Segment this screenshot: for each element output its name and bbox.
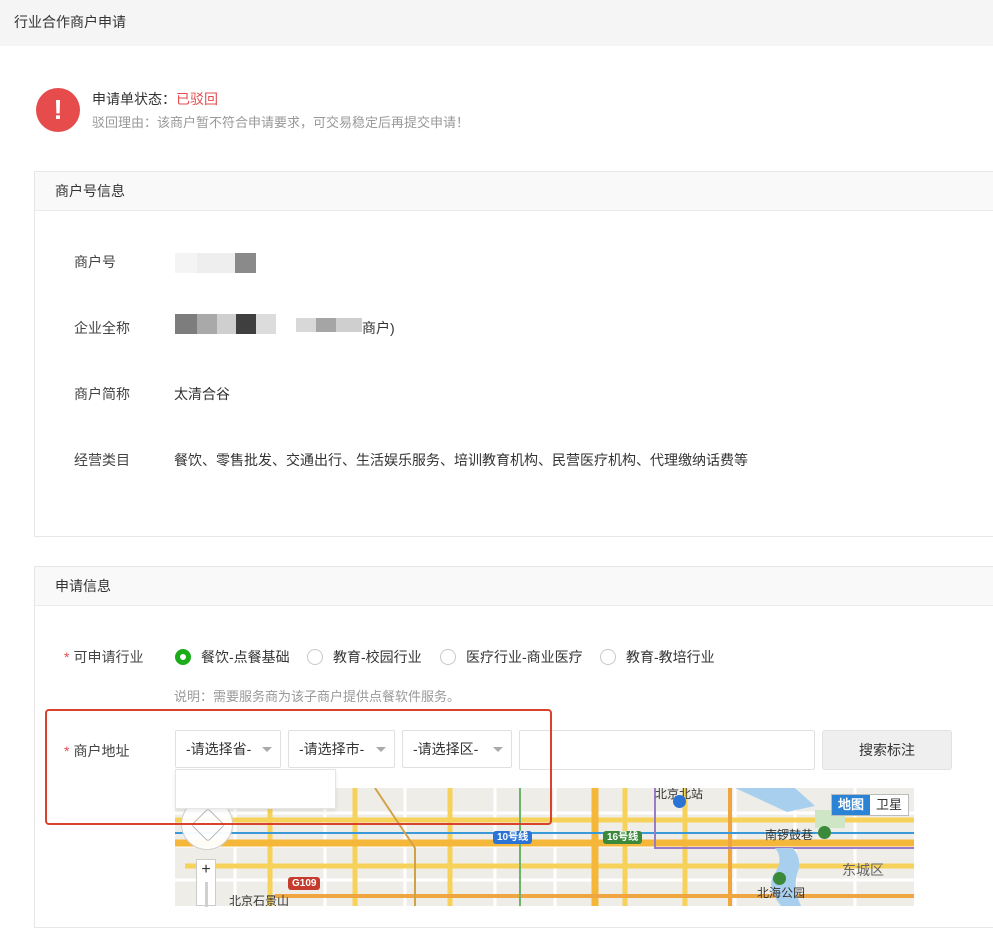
short-name-value: 太清合谷 [174, 386, 230, 402]
short-name-label: 商户简称 [74, 386, 130, 402]
radio-unchecked-icon [307, 649, 323, 665]
reject-reason: 驳回理由：该商户暂不符合申请要求，可交易稳定后再提交申请！ [92, 115, 470, 130]
g109-badge: G109 [288, 877, 321, 890]
industry-note: 说明：需要服务商为该子商户提供点餐软件服务。 [174, 689, 461, 704]
park-icon [773, 872, 786, 885]
map-zoom-control[interactable]: + [196, 859, 216, 907]
address-detail-input[interactable] [519, 730, 815, 770]
radio-label: 餐饮-点餐基础 [201, 649, 290, 665]
radio-label: 教育-教培行业 [626, 649, 715, 665]
zoom-slider[interactable] [205, 882, 208, 907]
map-type-toggle: 地图 卫星 [831, 794, 910, 816]
radio-medical[interactable]: 医疗行业-商业医疗 [440, 647, 583, 667]
map-label-beihai-park: 北海公园 [757, 886, 806, 900]
map-pin-icon [673, 795, 686, 808]
company-name-label: 企业全称 [74, 320, 130, 336]
page-title: 行业合作商户申请 [14, 14, 126, 30]
map-label-nanluoguxiang: 南锣鼓巷 [765, 828, 814, 842]
category-value: 餐饮、零售批发、交通出行、生活娱乐服务、培训教育机构、民营医疗机构、代理缴纳话费… [174, 452, 748, 468]
status-label: 申请单状态： [92, 91, 176, 107]
map-label-shijingshan: 北京石景山 [229, 894, 290, 906]
merchant-id-label: 商户号 [74, 254, 116, 270]
map-label-dongcheng: 东城区 [842, 862, 884, 878]
industry-label: * 可申请行业 [64, 647, 143, 667]
radio-label: 医疗行业-商业医疗 [466, 649, 583, 665]
radio-unchecked-icon [440, 649, 456, 665]
application-info-title: 申请信息 [35, 567, 993, 606]
radio-campus[interactable]: 教育-校园行业 [307, 647, 422, 667]
status-value: 已驳回 [176, 91, 218, 107]
category-label: 经营类目 [74, 452, 130, 468]
map-type-map-button[interactable]: 地图 [832, 795, 871, 815]
page-header: 行业合作商户申请 [0, 0, 993, 46]
radio-checked-icon [175, 649, 191, 665]
radio-label: 教育-校园行业 [333, 649, 422, 665]
industry-label-text: 可申请行业 [73, 649, 144, 665]
annotation-highlight-box [45, 709, 552, 825]
radio-catering[interactable]: 餐饮-点餐基础 [175, 647, 290, 667]
merchant-info-title: 商户号信息 [35, 172, 993, 211]
merchant-info-panel: 商户号信息 [34, 171, 993, 537]
radio-training[interactable]: 教育-教培行业 [600, 647, 715, 667]
required-mark: * [64, 649, 70, 665]
landmark-icon [818, 826, 831, 839]
company-name-suffix: 商户) [362, 320, 395, 336]
zoom-in-icon[interactable]: + [197, 860, 215, 880]
search-mark-button[interactable]: 搜索标注 [822, 730, 952, 770]
exclamation-icon: ! [36, 88, 80, 132]
status-line: 申请单状态：已驳回 [92, 89, 218, 109]
line10-badge: 10号线 [493, 831, 533, 844]
line16-badge: 16号线 [603, 831, 643, 844]
radio-unchecked-icon [600, 649, 616, 665]
map-type-satellite-button[interactable]: 卫星 [870, 795, 908, 815]
